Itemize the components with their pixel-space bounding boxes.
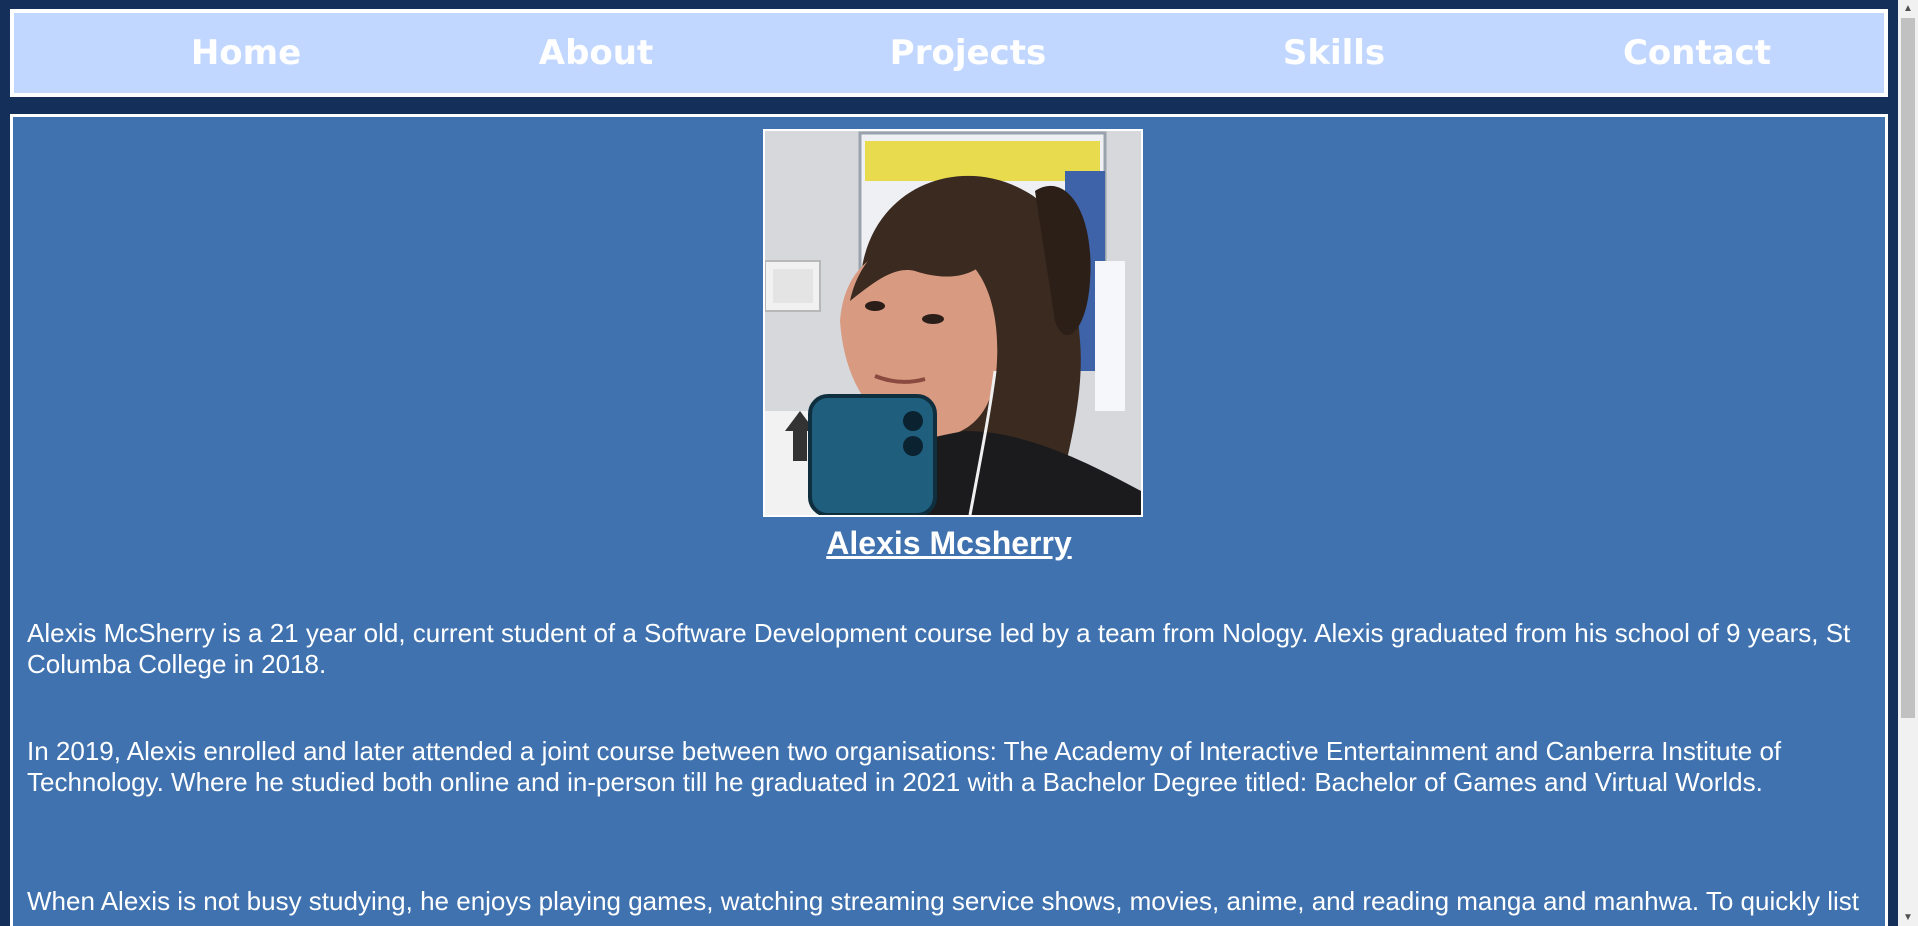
about-section: Alexis Mcsherry Alexis McSherry is a 21 …: [10, 114, 1888, 926]
about-paragraph-3: When Alexis is not busy studying, he enj…: [27, 886, 1860, 916]
nav-link-contact[interactable]: Contact: [1623, 13, 1771, 93]
navbar-inner: Home About Projects Skills Contact: [14, 13, 1884, 93]
nav-link-skills[interactable]: Skills: [1283, 13, 1385, 93]
navbar: Home About Projects Skills Contact: [10, 9, 1888, 97]
about-paragraph-1: Alexis McSherry is a 21 year old, curren…: [27, 618, 1851, 679]
profile-photo-image: [765, 131, 1141, 515]
nav-link-home[interactable]: Home: [191, 13, 301, 93]
profile-photo: [763, 129, 1143, 517]
scroll-up-arrow-icon[interactable]: ▲: [1898, 0, 1918, 17]
vertical-scrollbar[interactable]: ▲ ▼: [1898, 0, 1918, 926]
scroll-down-arrow-icon[interactable]: ▼: [1898, 909, 1918, 926]
page: Home About Projects Skills Contact Alexi…: [0, 0, 1918, 926]
scroll-thumb[interactable]: [1901, 18, 1915, 718]
profile-name: Alexis Mcsherry: [826, 525, 1072, 561]
nav-link-about[interactable]: About: [539, 13, 653, 93]
about-paragraph-2: In 2019, Alexis enrolled and later atten…: [27, 736, 1782, 797]
nav-link-projects[interactable]: Projects: [890, 13, 1046, 93]
